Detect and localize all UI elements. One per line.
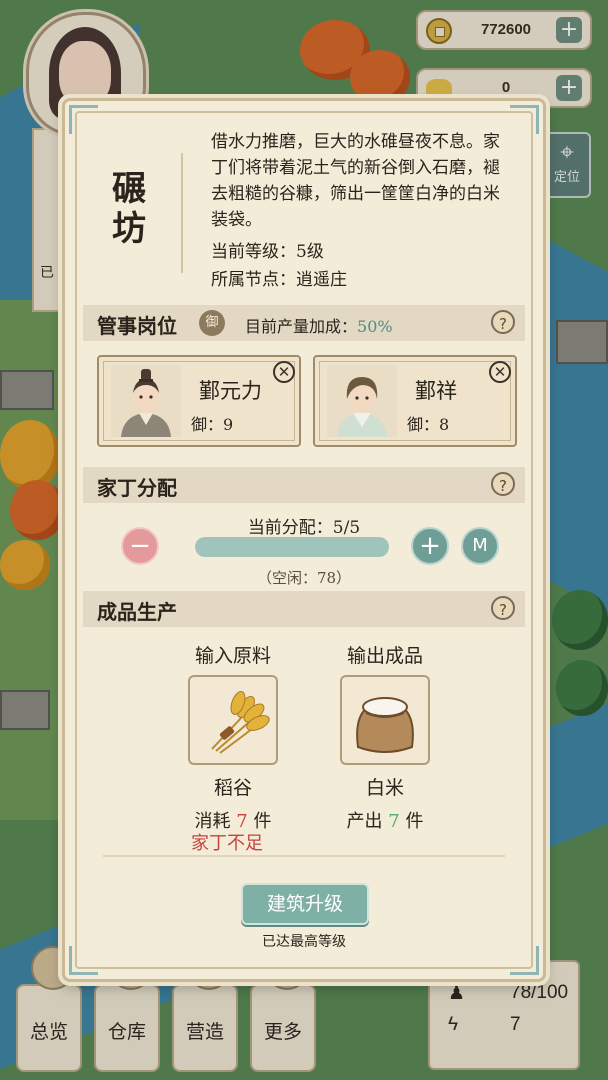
corner-ornament [69,105,98,134]
production-section-header: 成品生产 ? [83,591,525,627]
insufficient-workers-warning: 家丁不足 [191,833,263,854]
section-title: 家丁分配 [97,476,177,500]
defense-badge-icon: 御 [199,310,225,336]
input-item[interactable] [188,675,278,765]
section-title: 成品生产 [97,600,177,624]
remove-manager-close-icon[interactable]: ✕ [273,361,295,383]
help-icon[interactable]: ? [491,596,515,620]
manager-card[interactable]: 鄞元力 御：9 ✕ [97,355,301,447]
input-header: 输入原料 [194,645,271,667]
max-level-notice: 已达最高等级 [262,934,346,950]
manager-portrait [111,365,181,437]
manager-portrait [327,365,397,437]
qty-value: 7 [388,811,400,832]
building-name: 碾坊 [112,169,146,249]
output-item[interactable] [340,675,430,765]
bonus-value: 50% [357,317,393,336]
output-item-name: 白米 [365,777,404,799]
production-bonus: 目前产量加成：50% [245,313,393,337]
section-title: 管事岗位 [97,314,177,338]
managers-section-header: 管事岗位 御 目前产量加成：50% ? [83,305,525,341]
rice-sack-icon [356,697,414,753]
building-node: 所属节点：逍遥庄 [211,270,347,290]
upgrade-building-button[interactable]: 建筑升级 [241,883,369,925]
manager-portrait-art [337,377,387,437]
building-detail-dialog: 碾坊 借水力推磨，巨大的水碓昼夜不息。家丁们将带着泥土气的新谷倒入石磨，褪去粗糙… [62,98,546,982]
manager-portrait-art [121,369,171,437]
output-header: 输出成品 [346,645,423,667]
output-production: 产出 7 件 [325,807,445,833]
bonus-label: 目前产量加成： [245,317,358,336]
max-workers-button[interactable]: M [461,527,499,565]
allocation-slider[interactable] [195,537,389,557]
workers-section-header: 家丁分配 ? [83,467,525,503]
corner-ornament [510,105,539,134]
rice-sheaf-icon [211,691,270,754]
decrease-workers-button[interactable]: − [121,527,159,565]
remove-manager-close-icon[interactable]: ✕ [489,361,511,383]
allocation-fill [195,537,389,557]
title-divider [181,153,183,273]
manager-name: 鄞元力 [199,379,262,403]
help-icon[interactable]: ? [491,472,515,496]
divider [103,855,505,857]
manager-stat: 御：8 [407,415,450,434]
manager-card[interactable]: 鄞祥 御：8 ✕ [313,355,517,447]
qty-prefix: 产出 [346,811,383,832]
help-icon[interactable]: ? [491,310,515,334]
building-level: 当前等级：5级 [211,242,324,262]
input-item-name: 稻谷 [213,777,252,799]
manager-name: 鄞祥 [415,379,457,403]
manager-stat: 御：9 [191,415,234,434]
qty-suffix: 件 [405,811,424,832]
building-description: 借水力推磨，巨大的水碓昼夜不息。家丁们将带着泥土气的新谷倒入石磨，褪去粗糙的谷糠… [211,132,500,230]
increase-workers-button[interactable]: + [411,527,449,565]
idle-workers: （空闲：78） [256,569,352,587]
